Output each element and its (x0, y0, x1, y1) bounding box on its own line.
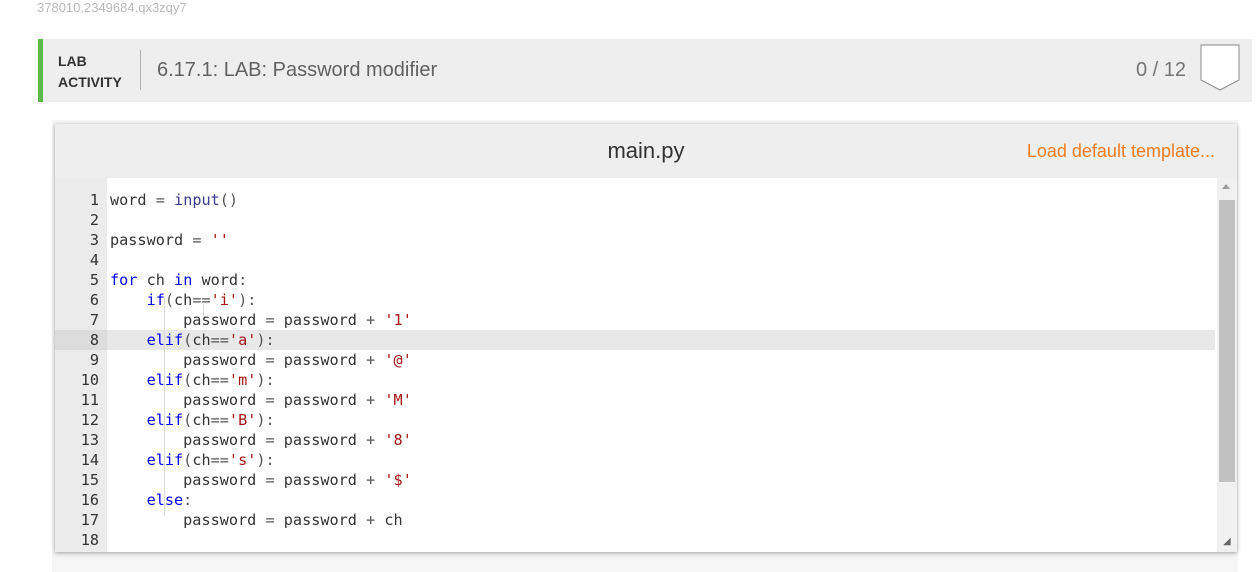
code-line: password = password + 'M' (183, 391, 412, 409)
lab-score: 0 / 12 (1135, 59, 1186, 81)
line-number: 14 (80, 451, 99, 469)
code-line: else: (146, 491, 193, 509)
line-number: 12 (80, 411, 99, 429)
code-line: for ch in word: (110, 271, 248, 289)
line-number: 7 (89, 311, 99, 329)
header-divider (140, 50, 141, 90)
code-line: password = password + '$' (183, 471, 412, 489)
shield-badge-icon (1200, 44, 1240, 91)
line-number: 2 (89, 211, 99, 229)
scroll-up-arrow-icon[interactable] (1222, 184, 1230, 189)
line-number: 17 (80, 511, 99, 529)
lab-activity-label: LAB ACTIVITY (58, 51, 122, 93)
page-id-text: 378010.2349684.qx3zqy7 (37, 0, 187, 15)
code-line: password = password + '8' (183, 431, 412, 449)
code-line: password = '' (110, 231, 229, 249)
line-number-gutter: 1 2 3 4 5 6 7 8 9 10 11 12 13 14 15 16 17 18 (55, 178, 107, 552)
line-number: 9 (89, 351, 99, 369)
line-number: 1 (89, 191, 99, 209)
load-default-template-link[interactable]: Load default template... (1027, 141, 1215, 162)
vertical-scrollbar[interactable]: ◢ (1217, 178, 1237, 552)
code-text-area[interactable]: word = input() password = '' for ch in wor… (107, 178, 1217, 552)
line-number: 10 (80, 371, 99, 389)
lab-label-line1: LAB (58, 53, 87, 69)
code-line: elif(ch=='s'): (146, 451, 275, 469)
line-number: 5 (89, 271, 99, 289)
line-number: 11 (80, 391, 99, 409)
code-line: elif(ch=='m'): (146, 371, 275, 389)
line-number: 16 (80, 491, 99, 509)
line-number: 18 (80, 531, 99, 549)
lab-label-line2: ACTIVITY (58, 74, 122, 90)
code-line: elif(ch=='B'): (146, 411, 275, 429)
code-line: if(ch=='i'): (146, 291, 257, 309)
line-number: 13 (80, 431, 99, 449)
line-number: 15 (80, 471, 99, 489)
lab-title: 6.17.1: LAB: Password modifier (157, 59, 438, 81)
code-line: password = password + '1' (183, 311, 412, 329)
line-number: 8 (89, 331, 99, 349)
resize-grip-icon[interactable]: ◢ (1223, 536, 1231, 547)
code-line: password = password + '@' (183, 351, 412, 369)
code-line: elif(ch=='a'): (146, 331, 275, 349)
code-editor: main.py Load default template... 1234567… (55, 124, 1237, 552)
lab-accent-bar (38, 39, 43, 102)
lab-activity-header: LAB ACTIVITY 6.17.1: LAB: Password modif… (38, 39, 1252, 102)
line-number: 4 (89, 251, 99, 269)
editor-header: main.py Load default template... (55, 124, 1237, 178)
code-line: password = password + ch (183, 511, 403, 529)
scrollbar-thumb[interactable] (1219, 200, 1235, 482)
line-number: 6 (89, 291, 99, 309)
line-number: 3 (89, 231, 99, 249)
code-line: word = input() (110, 191, 239, 209)
